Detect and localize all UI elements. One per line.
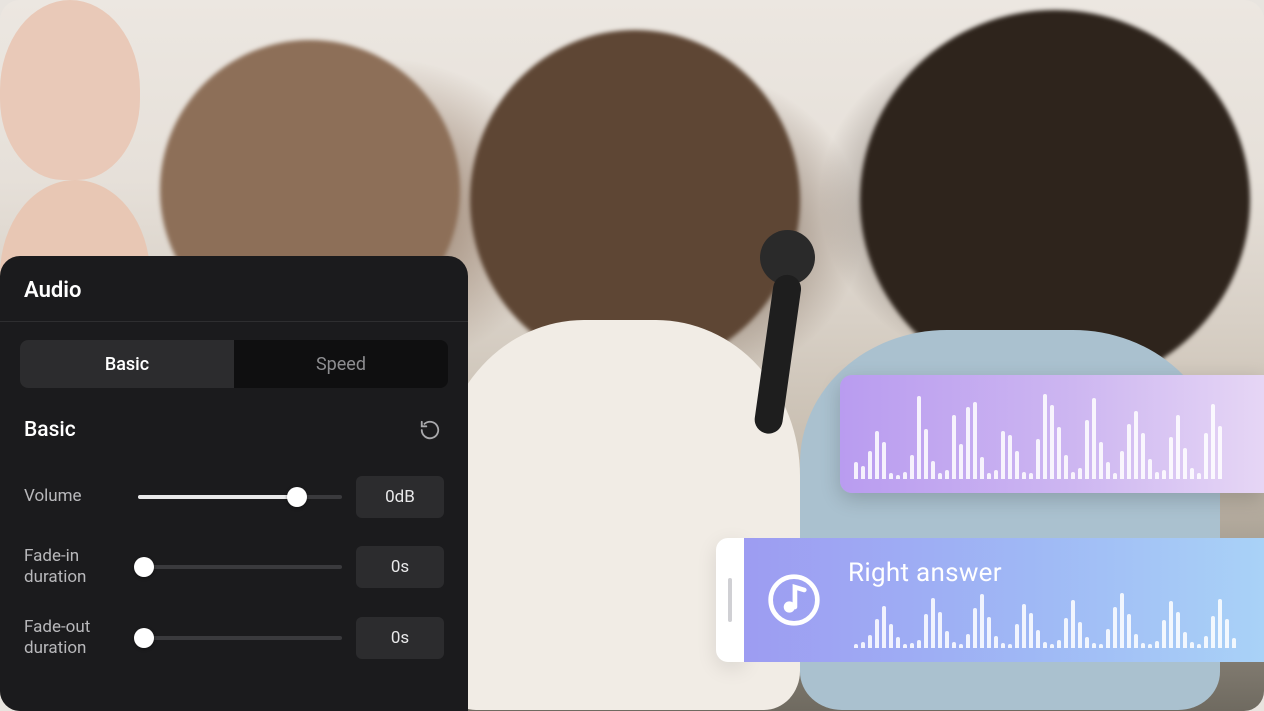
section-title: Basic bbox=[24, 418, 76, 442]
audio-panel: Audio Basic Speed Basic Volume bbox=[0, 256, 468, 711]
waveform-purple bbox=[840, 394, 1264, 493]
audio-clip-purple[interactable] bbox=[840, 375, 1264, 493]
panel-title: Audio bbox=[0, 256, 468, 321]
waveform-blue bbox=[844, 593, 1264, 662]
volume-row: Volume 0dB bbox=[20, 462, 448, 532]
grip-icon bbox=[728, 578, 732, 622]
fade-out-value[interactable]: 0s bbox=[356, 617, 444, 659]
clip-drag-handle[interactable] bbox=[716, 538, 744, 662]
volume-value[interactable]: 0dB bbox=[356, 476, 444, 518]
volume-thumb[interactable] bbox=[287, 487, 307, 507]
fade-out-row: Fade-out duration 0s bbox=[20, 603, 448, 674]
clip-title: Right answer bbox=[848, 558, 1002, 588]
music-note-icon bbox=[762, 568, 826, 632]
reset-button[interactable] bbox=[416, 416, 444, 444]
fade-out-slider[interactable] bbox=[138, 626, 342, 650]
tab-basic[interactable]: Basic bbox=[20, 340, 234, 388]
audio-tabs: Basic Speed bbox=[20, 340, 448, 388]
volume-slider[interactable] bbox=[138, 485, 342, 509]
fade-in-slider[interactable] bbox=[138, 555, 342, 579]
reset-icon bbox=[419, 419, 441, 441]
fade-in-thumb[interactable] bbox=[134, 557, 154, 577]
fade-in-value[interactable]: 0s bbox=[356, 546, 444, 588]
editor-canvas: Audio Basic Speed Basic Volume bbox=[0, 0, 1264, 711]
audio-clip-blue-wrap: Right answer bbox=[716, 538, 1264, 662]
divider bbox=[0, 321, 468, 322]
controls: Volume 0dB Fade-in duration 0s bbox=[0, 452, 468, 673]
fade-in-label: Fade-in duration bbox=[24, 546, 124, 589]
fade-out-thumb[interactable] bbox=[134, 628, 154, 648]
fade-out-label: Fade-out duration bbox=[24, 617, 124, 660]
fade-in-row: Fade-in duration 0s bbox=[20, 532, 448, 603]
tab-speed[interactable]: Speed bbox=[234, 340, 448, 388]
audio-clip-blue[interactable]: Right answer bbox=[744, 538, 1264, 662]
volume-label: Volume bbox=[24, 486, 124, 507]
